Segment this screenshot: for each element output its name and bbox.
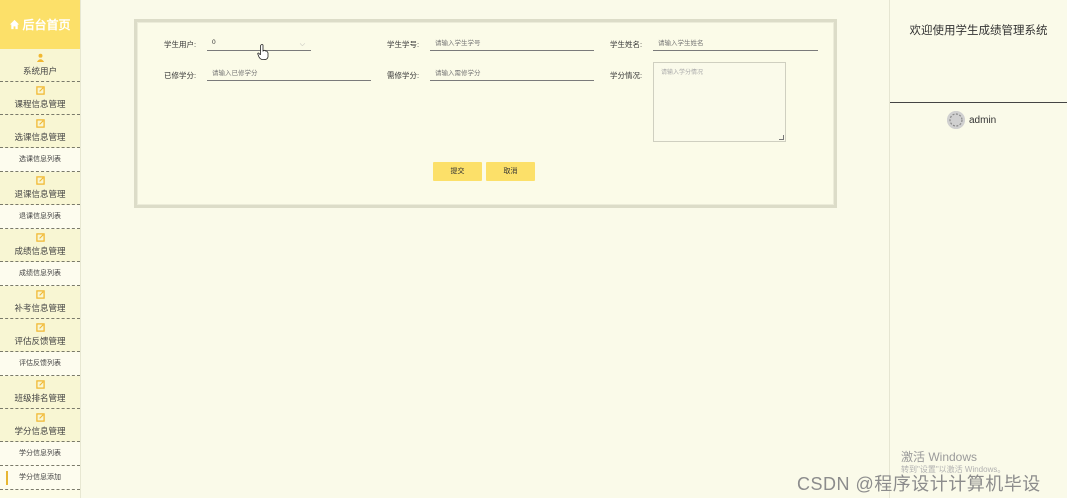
form-panel: 学生用户: 0 ⌵ 学生学号: 学生姓名: 已修学分: 需修学分: 学分情况: …	[134, 19, 837, 208]
sidebar-subitem-credits-add[interactable]: 学分信息添加	[0, 466, 80, 490]
sidebar-item-label: 课程信息管理	[14, 99, 66, 109]
divider	[890, 102, 1067, 103]
sidebar-item-class-ranking[interactable]: 班级排名管理	[0, 376, 80, 409]
edit-icon	[35, 413, 45, 422]
sidebar-item-label: 选课信息管理	[14, 132, 66, 142]
credits-done-input[interactable]	[207, 67, 371, 81]
resize-handle-icon[interactable]	[779, 135, 784, 140]
student-name-label: 学生姓名:	[610, 40, 643, 49]
username: admin	[969, 114, 997, 126]
credit-status-textarea[interactable]: 请输入学分情况	[653, 62, 786, 142]
sidebar-item-label: 退课信息管理	[14, 189, 66, 199]
hand-cursor-icon	[257, 44, 269, 60]
student-name-input[interactable]	[653, 37, 818, 51]
edit-icon	[35, 380, 45, 389]
sidebar-subitem-grades-list[interactable]: 成绩信息列表	[0, 262, 80, 286]
credits-required-label: 需修学分:	[387, 71, 420, 80]
sidebar-item-label: 补考信息管理	[14, 303, 66, 313]
sidebar-item-feedback[interactable]: 评估反馈管理	[0, 319, 80, 352]
sidebar-item-label: 成绩信息管理	[14, 246, 66, 256]
student-no-input[interactable]	[430, 37, 594, 51]
edit-icon	[35, 323, 45, 332]
csdn-watermark: CSDN @程序设计计算机毕设	[797, 474, 1041, 494]
edit-icon	[35, 176, 45, 185]
right-panel: 欢迎使用学生成绩管理系统 admin 激活 Windows 转到"设置"以激活 …	[889, 0, 1067, 498]
credit-status-label: 学分情况:	[610, 71, 643, 80]
sidebar-item-course-selection[interactable]: 选课信息管理	[0, 115, 80, 148]
edit-icon	[35, 233, 45, 242]
sidebar-item-system-users[interactable]: 系统用户	[0, 49, 80, 82]
credits-done-label: 已修学分:	[164, 71, 197, 80]
sidebar-item-label: 系统用户	[22, 66, 57, 76]
submit-button[interactable]: 提交	[433, 162, 482, 181]
welcome-text: 欢迎使用学生成绩管理系统	[909, 25, 1048, 37]
sidebar-item-label: 班级排名管理	[14, 393, 66, 403]
student-user-value: 0	[212, 39, 216, 46]
cancel-button[interactable]: 取消	[486, 162, 535, 181]
sidebar-subitem-credits-list[interactable]: 学分信息列表	[0, 442, 80, 466]
sidebar-item-label: 评估反馈管理	[14, 336, 66, 346]
sidebar-item-label: 学分信息管理	[14, 426, 66, 436]
user-icon	[36, 53, 45, 62]
sidebar-subitem-withdraw-list[interactable]: 退课信息列表	[0, 205, 80, 229]
sidebar-subitem-selection-list[interactable]: 选课信息列表	[0, 148, 80, 172]
credits-required-input[interactable]	[430, 67, 594, 81]
sidebar-subitem-feedback-list[interactable]: 评估反馈列表	[0, 352, 80, 376]
avatar	[947, 111, 965, 129]
windows-activation-watermark: 激活 Windows	[901, 450, 978, 464]
student-no-label: 学生学号:	[387, 40, 420, 49]
chevron-down-icon: ⌵	[299, 41, 305, 48]
home-link[interactable]: 后台首页	[0, 0, 80, 49]
sidebar: 后台首页 系统用户 课程信息管理 选课信息管理 选课信息列表 退课信息管理 退课…	[0, 0, 81, 498]
sidebar-item-course[interactable]: 课程信息管理	[0, 82, 80, 115]
sidebar-item-withdraw[interactable]: 退课信息管理	[0, 172, 80, 205]
credit-status-placeholder: 请输入学分情况	[661, 70, 704, 76]
sidebar-item-grades[interactable]: 成绩信息管理	[0, 229, 80, 262]
brand-title: 后台首页	[22, 18, 71, 32]
user-info[interactable]: admin	[947, 111, 996, 129]
sidebar-item-credits[interactable]: 学分信息管理	[0, 409, 80, 442]
sidebar-item-makeup-exam[interactable]: 补考信息管理	[0, 286, 80, 319]
home-icon	[9, 19, 20, 30]
edit-icon	[35, 290, 45, 299]
edit-icon	[35, 86, 45, 95]
student-user-label: 学生用户:	[164, 40, 197, 49]
edit-icon	[35, 119, 45, 128]
